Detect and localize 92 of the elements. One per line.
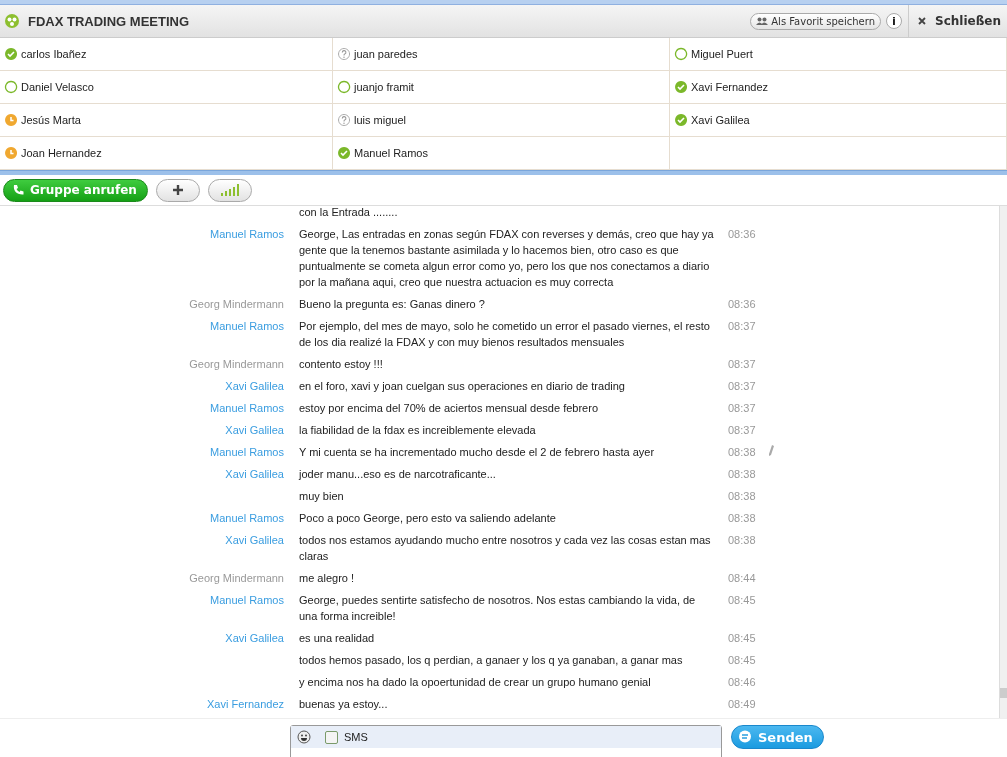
call-button[interactable]: Gruppe anrufen xyxy=(3,178,148,202)
sms-label: SMS xyxy=(344,731,368,743)
close-icon xyxy=(917,16,927,26)
message-text: George, Las entradas en zonas según FDAX con reverses y demás, creo que hay ya gente que la tenemos bastante asimilada y lo hacemos bien, otro caso es que puntualmente se cometa algun error como yo, pero los que nos conectamos a diario por la mañana aqui, creo que nuestra actuacion es muy correcta xyxy=(299,228,714,288)
participant-item[interactable]: Daniel Velasco xyxy=(0,71,333,104)
status-outline-icon xyxy=(674,47,688,61)
sender-name[interactable]: Manuel Ramos xyxy=(210,402,284,414)
sender-name[interactable]: Manuel Ramos xyxy=(210,594,284,606)
sender-name[interactable]: Georg Mindermann xyxy=(189,358,284,370)
group-icon xyxy=(4,13,20,29)
signal-bars-icon xyxy=(220,184,239,196)
message-text: en el foro, xavi y joan cuelgan sus operaciones en diario de trading xyxy=(299,380,625,392)
message-time: 08:37 xyxy=(728,402,756,414)
favorite-button[interactable]: Als Favorit speichern xyxy=(750,12,881,30)
message-time: 08:38 xyxy=(728,468,756,480)
message-text: la fiabilidad de la fdax es increiblemente elevada xyxy=(299,424,536,436)
message-text: con la Entrada ........ xyxy=(299,206,398,218)
smiley-icon[interactable] xyxy=(297,730,311,744)
message-text: Por ejemplo, del mes de mayo, solo he cometido un error el pasado viernes, el resto de los dia realizé la FDAX y con muy bienos resultados mensuales xyxy=(299,320,710,348)
message-time: 08:45 xyxy=(728,654,756,666)
participant-item[interactable]: juanjo framit xyxy=(333,71,670,104)
info-button[interactable]: i xyxy=(886,13,902,29)
status-check-icon xyxy=(674,80,688,94)
message-text: buenas ya estoy... xyxy=(299,698,388,710)
participant-item[interactable]: juan paredes xyxy=(333,38,670,71)
message-text: me alegro ! xyxy=(299,572,355,584)
status-outline-icon xyxy=(337,80,351,94)
participant-item[interactable]: carlos Ibañez xyxy=(0,38,333,71)
participant-item[interactable]: Xavi Galilea xyxy=(670,104,1007,137)
signal-button[interactable] xyxy=(207,178,252,202)
message-time: 08:46 xyxy=(728,676,756,688)
status-clock-icon xyxy=(4,146,18,160)
sender-name[interactable]: Georg Mindermann xyxy=(189,572,284,584)
add-button[interactable] xyxy=(155,178,200,202)
sender-name[interactable]: Xavi Galilea xyxy=(225,380,284,392)
sender-name[interactable]: Georg Mindermann xyxy=(189,298,284,310)
status-outline-icon xyxy=(4,80,18,94)
sender-name[interactable]: Xavi Galilea xyxy=(225,424,284,436)
message-text: todos nos estamos ayudando mucho entre nosotros y cada vez las cosas estan mas claras xyxy=(299,534,711,562)
message-time: 08:45 xyxy=(728,594,756,606)
message-time: 08:38 xyxy=(728,534,756,546)
message-time: 08:44 xyxy=(728,572,756,584)
sender-name[interactable]: Manuel Ramos xyxy=(210,320,284,332)
sender-name[interactable]: Manuel Ramos xyxy=(210,512,284,524)
status-question-icon xyxy=(337,47,351,61)
message-text: Poco a poco George, pero esto va saliendo adelante xyxy=(299,512,556,524)
window-title: FDAX TRADING MEETING xyxy=(28,13,191,29)
message-text: todos hemos pasado, los q perdian, a ganaer y los q ya ganaban, a ganar mas xyxy=(299,654,683,666)
status-clock-icon xyxy=(4,113,18,127)
message-time: 08:37 xyxy=(728,320,756,332)
message-time: 08:38 xyxy=(728,490,756,502)
sender-name[interactable]: Xavi Galilea xyxy=(225,632,284,644)
message-time: 08:36 xyxy=(728,298,756,310)
message-text: George, puedes sentirte satisfecho de nosotros. Nos estas cambiando la vida, de una forma increible! xyxy=(299,594,696,622)
scrollbar[interactable] xyxy=(999,206,1007,718)
phone-icon xyxy=(12,184,24,196)
message-input[interactable]: SMS xyxy=(290,725,722,757)
sender-name[interactable]: Xavi Galilea xyxy=(225,534,284,546)
status-question-icon xyxy=(337,113,351,127)
message-time: 08:37 xyxy=(728,424,756,436)
participant-item[interactable]: Jesús Marta xyxy=(0,104,333,137)
sender-name[interactable]: Xavi Galilea xyxy=(225,468,284,480)
participant-item[interactable]: Xavi Fernandez xyxy=(670,71,1007,104)
sender-name[interactable]: Xavi Fernandez xyxy=(206,698,284,710)
status-check-icon xyxy=(337,146,351,160)
message-text: Y mi cuenta se ha incrementado mucho desde el 2 de febrero hasta ayer xyxy=(299,446,655,458)
message-text: estoy por encima del 70% de aciertos mensual desde febrero xyxy=(299,402,598,414)
message-time: 08:38 xyxy=(728,446,756,458)
plus-icon xyxy=(171,184,184,196)
sender-name[interactable]: Manuel Ramos xyxy=(210,228,284,240)
message-text: muy bien xyxy=(299,490,344,502)
participant-item[interactable]: Miguel Puert xyxy=(670,38,1007,71)
sms-checkbox[interactable] xyxy=(325,730,338,744)
speech-bubble-icon xyxy=(738,730,752,744)
message-text: contento estoy !!! xyxy=(299,358,383,370)
message-time: 08:45 xyxy=(728,632,756,644)
participant-item[interactable]: luis miguel xyxy=(333,104,670,137)
sender-name[interactable]: Manuel Ramos xyxy=(210,446,284,458)
message-time: 08:37 xyxy=(728,358,756,370)
message-time: 08:38 xyxy=(728,512,756,524)
send-button[interactable]: Senden xyxy=(731,725,824,749)
status-check-icon xyxy=(4,47,18,61)
message-text: joder manu...eso es de narcotraficante... xyxy=(299,468,496,480)
message-text: y encima nos ha dado la opoertunidad de crear un grupo humano genial xyxy=(299,676,651,688)
people-icon xyxy=(756,17,769,25)
message-text: Bueno la pregunta es: Ganas dinero ? xyxy=(299,298,485,310)
message-time: 08:37 xyxy=(728,380,756,392)
status-check-icon xyxy=(674,113,688,127)
message-time: 08:36 xyxy=(728,228,756,240)
close-button[interactable]: Schließen xyxy=(908,5,1007,37)
message-time: 08:49 xyxy=(728,698,756,710)
message-text: es una realidad xyxy=(299,632,375,644)
